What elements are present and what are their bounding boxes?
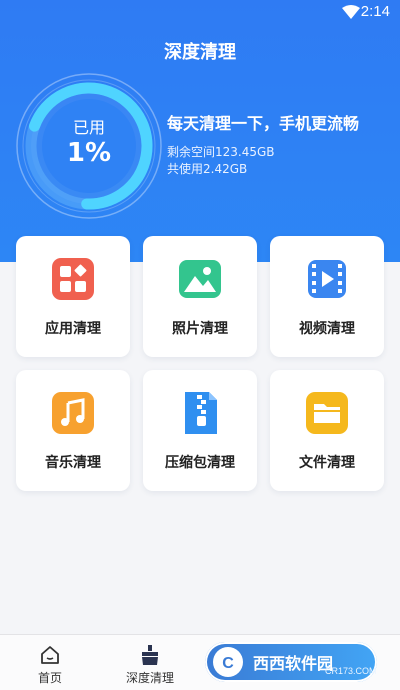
tool-card-files[interactable]: 文件清理 [270, 370, 384, 491]
zip-icon [185, 392, 217, 434]
music-icon [52, 392, 94, 434]
folder-icon [306, 392, 348, 434]
tool-card-videos[interactable]: 视频清理 [270, 236, 384, 357]
gauge-label: 已用 [72, 118, 105, 137]
watermark-badge: C 西西软件园 CR173.COM [205, 642, 377, 682]
watermark-text: 西西软件园 [253, 654, 334, 673]
tool-card-photos[interactable]: 照片清理 [143, 236, 257, 357]
header-banner: 2:14 深度清理 已用 1% 每天清理一下，手机更流畅 剩余空间123.45G… [0, 0, 400, 262]
storage-info: 剩余空间123.45GB 共使用2.42GB [167, 144, 275, 178]
remaining-space: 剩余空间123.45GB [167, 145, 275, 159]
wifi-icon [342, 5, 360, 19]
tool-card-music[interactable]: 音乐清理 [16, 370, 130, 491]
tab-home[interactable]: 首页 [10, 635, 90, 690]
watermark-subtext: CR173.COM [325, 666, 377, 676]
page-title: 深度清理 [164, 42, 236, 63]
home-icon [41, 646, 59, 664]
video-icon [308, 260, 346, 298]
tool-card-apps[interactable]: 应用清理 [16, 236, 130, 357]
clean-tools-grid: 应用清理 照片清理 视频清理 音乐清理 压缩包清理 文件清理 [16, 236, 384, 491]
status-bar: 2:14 [0, 0, 400, 26]
tool-label: 应用清理 [45, 321, 101, 337]
tab-label: 深度清理 [125, 671, 174, 685]
clock: 2:14 [360, 3, 390, 20]
tool-label: 音乐清理 [45, 455, 101, 471]
tab-label: 首页 [37, 671, 62, 685]
apps-icon [52, 258, 94, 300]
tab-deep-clean[interactable]: 深度清理 [110, 635, 190, 690]
tool-label: 压缩包清理 [165, 455, 235, 471]
used-space: 共使用2.42GB [167, 162, 248, 176]
broom-icon [142, 645, 158, 665]
svg-text:C: C [222, 655, 234, 672]
tool-label: 文件清理 [299, 455, 355, 471]
photo-icon [179, 260, 221, 298]
slogan-text: 每天清理一下，手机更流畅 [167, 114, 360, 133]
tool-label: 视频清理 [299, 321, 355, 337]
gauge-value: 1% [66, 138, 112, 168]
tool-label: 照片清理 [172, 321, 228, 337]
logo-icon: C [213, 647, 243, 677]
tool-card-zip[interactable]: 压缩包清理 [143, 370, 257, 491]
